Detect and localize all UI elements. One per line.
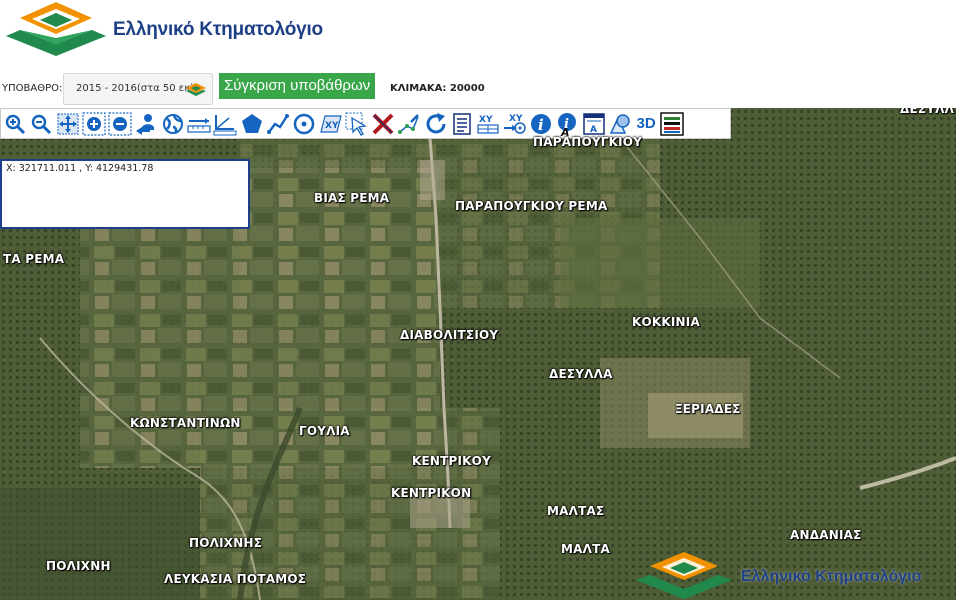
globe-button[interactable] [160,111,186,137]
measure-angle-icon [213,114,237,135]
previous-extent-icon [136,113,155,135]
xy-table-button[interactable]: XY [475,111,501,137]
info-icon: i [530,113,551,134]
globe-icon [162,113,183,134]
3d-button[interactable]: 3D [633,111,659,137]
map-view[interactable]: XY XY XY i iA A 3D X: 321711.011 , Y: 41… [0,108,956,600]
place-label: ΑΝΔΑΝΙΑΣ [790,528,862,542]
list-icon [453,112,471,135]
svg-text:A: A [560,126,570,136]
measure-distance-button[interactable] [186,111,212,137]
place-label: ΞΕΡΙΑΔΕΣ [675,402,741,416]
xy-goto-button[interactable]: XY [502,111,528,137]
place-label: ΚΕΝΤΡΙΚΟΥ [412,454,491,468]
zoom-box-in-icon [82,111,106,136]
polyline-button[interactable] [265,111,291,137]
label-icon: A [582,112,605,135]
pan-icon [57,113,79,134]
svg-text:XY: XY [325,121,339,131]
info-text-icon: iA [558,112,577,136]
zoom-out-icon [32,114,52,134]
xy-table-icon: XY [477,115,499,134]
zoom-out-button[interactable] [28,111,54,137]
place-label: ΛΕΥΚΑΣΙΑ ΠΟΤΑΜΟΣ [164,572,307,586]
polygon-icon [241,113,262,133]
zoom-in-button[interactable] [2,111,28,137]
zoom-box-in-button[interactable] [81,111,107,137]
watermark-title: Ελληνικό Κτηματολόγιο [741,568,922,585]
place-label: ΠΟΛΙΧΝΗΣ [189,536,263,550]
info-text-button[interactable]: iA [554,111,580,137]
scale-text: ΚΛΙΜΑΚΑ: 20000 [390,83,485,94]
shape-button[interactable] [607,111,633,137]
coordinates-text: X: 321711.011 , Y: 4129431.78 [6,163,154,174]
svg-text:A: A [590,125,597,135]
edit-vertices-icon [398,113,420,134]
measure-angle-button[interactable] [212,111,238,137]
pan-button[interactable] [55,111,81,137]
ktimatologio-logo-icon [6,2,106,56]
label-button[interactable]: A [581,111,607,137]
info-button[interactable]: i [528,111,554,137]
place-label: ΜΑΛΤΑ [561,542,610,556]
watermark-logo-icon [636,552,732,599]
refresh-icon [426,112,446,133]
refresh-button[interactable] [423,111,449,137]
place-label: ΔΙΑΒΟΛΙΤΣΙΟΥ [400,328,499,342]
place-label: ΚΟΚΚΙΝΙΑ [632,315,700,329]
place-label: ΜΑΛΤΑΣ [547,504,605,518]
basemap-bar: ΥΠΟΒΑΘΡΟ: 2015 - 2016(στα 50 εκ) Σύγκρισ… [0,70,956,108]
basemap-thumbnail-icon [186,83,206,96]
zoom-box-out-button[interactable] [107,111,133,137]
zoom-box-out-icon [108,111,132,136]
xy-point-icon: XY [319,114,342,133]
legend-icon [660,111,685,136]
place-label: ΚΩΝΣΤΑΝΤΙΝΩΝ [130,416,241,430]
clear-icon [372,113,394,134]
place-label: ΤΑ ΡΕΜΑ [3,252,65,266]
circle-button[interactable] [291,111,317,137]
polygon-button[interactable] [239,111,265,137]
clear-button[interactable] [370,111,396,137]
basemap-selected-value: 2015 - 2016(στα 50 εκ) [76,83,194,94]
place-label: ΠΟΛΙΧΝΗ [46,559,111,573]
place-label: ΔΕΣΥΛΛΑ [549,367,613,381]
svg-text:i: i [538,116,544,134]
list-button[interactable] [449,111,475,137]
basemap-select[interactable]: 2015 - 2016(στα 50 εκ) [63,73,213,105]
compare-basemaps-button[interactable]: Σύγκριση υποβάθρων [219,73,376,99]
place-label: ΓΟΥΛΙΑ [299,424,350,438]
select-arrow-icon [345,112,367,136]
edit-vertices-button[interactable] [396,111,422,137]
place-label: ΔΕΣΥΛΛ [900,108,955,116]
svg-text:XY: XY [479,115,493,125]
zoom-in-icon [5,114,26,134]
place-label: ΠΑΡΑΠΟΥΓΚΙΟΥ ΡΕΜΑ [455,199,608,213]
select-button[interactable] [344,111,370,137]
legend-button[interactable] [659,111,685,137]
circle-icon [294,113,315,134]
coordinates-panel: X: 321711.011 , Y: 4129431.78 [0,159,250,229]
place-label: ΒΙΑΣ ΡΕΜΑ [314,191,390,205]
header: Ελληνικό Κτηματολόγιο [0,0,956,68]
shape-icon [609,113,630,134]
polyline-icon [266,113,289,134]
basemap-label: ΥΠΟΒΑΘΡΟ: [2,83,63,94]
xy-point-button[interactable]: XY [318,111,344,137]
place-label: ΠΑΡΑΠΟΥΓΚΙΟΥ [533,135,643,149]
measure-distance-icon [187,117,211,133]
brand-title: Ελληνικό Κτηματολόγιο [113,19,323,40]
xy-goto-icon: XY [503,114,526,134]
previous-extent-button[interactable] [133,111,159,137]
place-label: ΚΕΝΤΡΙΚΟΝ [391,486,472,500]
